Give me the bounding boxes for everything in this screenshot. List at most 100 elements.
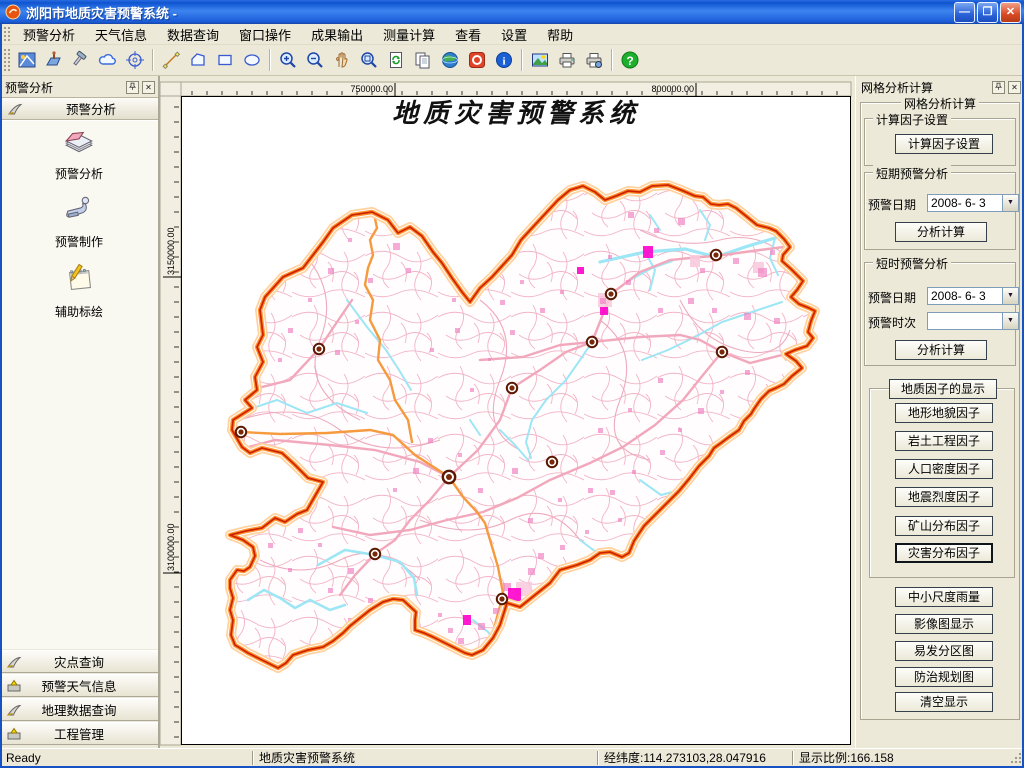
- globe-button[interactable]: [436, 47, 463, 73]
- analysis-tool-button[interactable]: [13, 47, 40, 73]
- seismic-factor-button[interactable]: 地震烈度因子: [895, 487, 993, 507]
- sidebar-bar-geo-data-query[interactable]: 地理数据查询: [0, 698, 158, 721]
- sidebar-item-aux-plot[interactable]: 辅助标绘: [0, 261, 158, 320]
- print-button[interactable]: [553, 47, 580, 73]
- sidebar-item-label: 预警分析: [0, 165, 158, 182]
- pan-button[interactable]: [328, 47, 355, 73]
- ruler-y-label: 3150000.00: [166, 227, 176, 275]
- geo-factor-display-button[interactable]: 地质因子的显示: [889, 379, 997, 399]
- grid-panel-close-button[interactable]: ✕: [1008, 81, 1021, 94]
- sidebar-title: 预警分析: [5, 79, 53, 96]
- short-time-date-label: 预警日期: [868, 289, 916, 306]
- menu-help[interactable]: 帮助: [537, 23, 583, 46]
- ellipse-button[interactable]: [238, 47, 265, 73]
- aux-plot-notepad-icon: [62, 261, 96, 295]
- menu-warning-analysis[interactable]: 预警分析: [13, 23, 85, 46]
- hammer-icon: [71, 50, 91, 70]
- short-time-analyze-button[interactable]: 分析计算: [895, 340, 987, 360]
- target-icon: [125, 50, 145, 70]
- sidebar-item-warning-make[interactable]: 预警制作: [0, 193, 158, 250]
- geotech-factor-button[interactable]: 岩土工程因子: [895, 431, 993, 451]
- sidebar-bar-disaster-query[interactable]: 灾点查询: [0, 650, 158, 673]
- menu-window-ops[interactable]: 窗口操作: [229, 23, 301, 46]
- sidebar-pin-button[interactable]: [126, 81, 139, 94]
- map-pin-button[interactable]: [40, 47, 67, 73]
- short-time-date-combo[interactable]: 2008- 6- 3 ▼: [927, 287, 1019, 305]
- menu-result-output[interactable]: 成果输出: [301, 23, 373, 46]
- sidebar-section-header[interactable]: 预警分析: [0, 97, 158, 120]
- cloud-button[interactable]: [94, 47, 121, 73]
- menu-view[interactable]: 查看: [445, 23, 491, 46]
- minimize-button[interactable]: —: [954, 2, 975, 23]
- chevron-down-icon[interactable]: ▼: [1002, 195, 1018, 211]
- menu-grip[interactable]: [3, 26, 10, 42]
- short-term-analyze-button[interactable]: 分析计算: [895, 222, 987, 242]
- town-marker: [497, 594, 507, 604]
- print-setup-icon: [584, 50, 604, 70]
- refresh-button[interactable]: [382, 47, 409, 73]
- target-button[interactable]: [121, 47, 148, 73]
- sidebar-item-warning-analysis[interactable]: 预警分析: [0, 125, 158, 182]
- copy-icon: [413, 50, 433, 70]
- stop-button[interactable]: [463, 47, 490, 73]
- info-button[interactable]: i: [490, 47, 517, 73]
- town-marker: [236, 427, 246, 437]
- population-factor-button[interactable]: 人口密度因子: [895, 459, 993, 479]
- status-bar: Ready 地质灾害预警系统 经纬度:114.273103,28.047916 …: [0, 748, 1024, 766]
- toolbar: i ?: [0, 45, 1024, 76]
- help-button[interactable]: ?: [616, 47, 643, 73]
- sidebar-bar-project-manage[interactable]: 工程管理: [0, 722, 158, 745]
- prevention-plan-button[interactable]: 防治规划图: [895, 667, 993, 687]
- clear-display-button[interactable]: 清空显示: [895, 692, 993, 712]
- outer-group-label: 网格分析计算: [901, 95, 979, 112]
- grid-panel-title: 网格分析计算: [861, 79, 933, 96]
- status-doc-title: 地质灾害预警系统: [253, 749, 597, 766]
- image-view-button[interactable]: [526, 47, 553, 73]
- menu-measure-calc[interactable]: 测量计算: [373, 23, 445, 46]
- terrain-factor-button[interactable]: 地形地貌因子: [895, 403, 993, 423]
- close-button[interactable]: ✕: [1000, 2, 1021, 23]
- grid-panel-pin-button[interactable]: [992, 81, 1005, 94]
- warning-make-tool-icon: [62, 193, 96, 225]
- polygon-button[interactable]: [184, 47, 211, 73]
- chevron-down-icon[interactable]: ▼: [1002, 313, 1018, 329]
- svg-text:i: i: [502, 56, 505, 68]
- restore-button[interactable]: ❐: [977, 2, 998, 23]
- disaster-factor-button[interactable]: 灾害分布因子: [895, 543, 993, 563]
- weather-tool-icon: [5, 678, 23, 694]
- rectangle-button[interactable]: [211, 47, 238, 73]
- polyline-button[interactable]: [157, 47, 184, 73]
- town-marker: [587, 337, 597, 347]
- menu-settings[interactable]: 设置: [491, 23, 537, 46]
- short-term-date-combo[interactable]: 2008- 6- 3 ▼: [927, 194, 1019, 212]
- warning-time-combo[interactable]: ▼: [927, 312, 1019, 330]
- hammer-button[interactable]: [67, 47, 94, 73]
- sidebar-close-button[interactable]: ✕: [142, 81, 155, 94]
- map-canvas[interactable]: 750000.00 800000.00 3150000.00 3100000.0…: [160, 76, 855, 748]
- polygon-icon: [188, 50, 208, 70]
- menu-weather-info[interactable]: 天气信息: [85, 23, 157, 46]
- ruler-x-label: 800000.00: [651, 84, 694, 94]
- image-view-icon: [530, 50, 550, 70]
- zoom-extent-button[interactable]: [355, 47, 382, 73]
- short-term-date-value: 2008- 6- 3: [928, 195, 1002, 211]
- sidebar-bar-warning-weather[interactable]: 预警天气信息: [0, 674, 158, 697]
- print-setup-button[interactable]: [580, 47, 607, 73]
- pin-icon: [994, 82, 1003, 91]
- town-marker-city: [443, 471, 455, 483]
- rainfall-button[interactable]: 中小尺度雨量: [895, 587, 993, 607]
- image-display-button[interactable]: 影像图显示: [895, 614, 993, 634]
- copy-button[interactable]: [409, 47, 436, 73]
- resize-grip[interactable]: [1009, 751, 1023, 765]
- zoom-in-button[interactable]: [274, 47, 301, 73]
- sidebar-bar-label: 灾点查询: [0, 652, 158, 671]
- zoom-out-button[interactable]: [301, 47, 328, 73]
- toolbar-grip[interactable]: [3, 48, 10, 72]
- menu-data-query[interactable]: 数据查询: [157, 23, 229, 46]
- factor-setting-button[interactable]: 计算因子设置: [895, 134, 993, 154]
- chevron-down-icon[interactable]: ▼: [1002, 288, 1018, 304]
- mine-factor-button[interactable]: 矿山分布因子: [895, 516, 993, 536]
- map-view[interactable]: 750000.00 800000.00 3150000.00 3100000.0…: [160, 76, 855, 748]
- map-title: 地质灾害预警系统: [392, 99, 640, 129]
- susceptibility-map-button[interactable]: 易发分区图: [895, 641, 993, 661]
